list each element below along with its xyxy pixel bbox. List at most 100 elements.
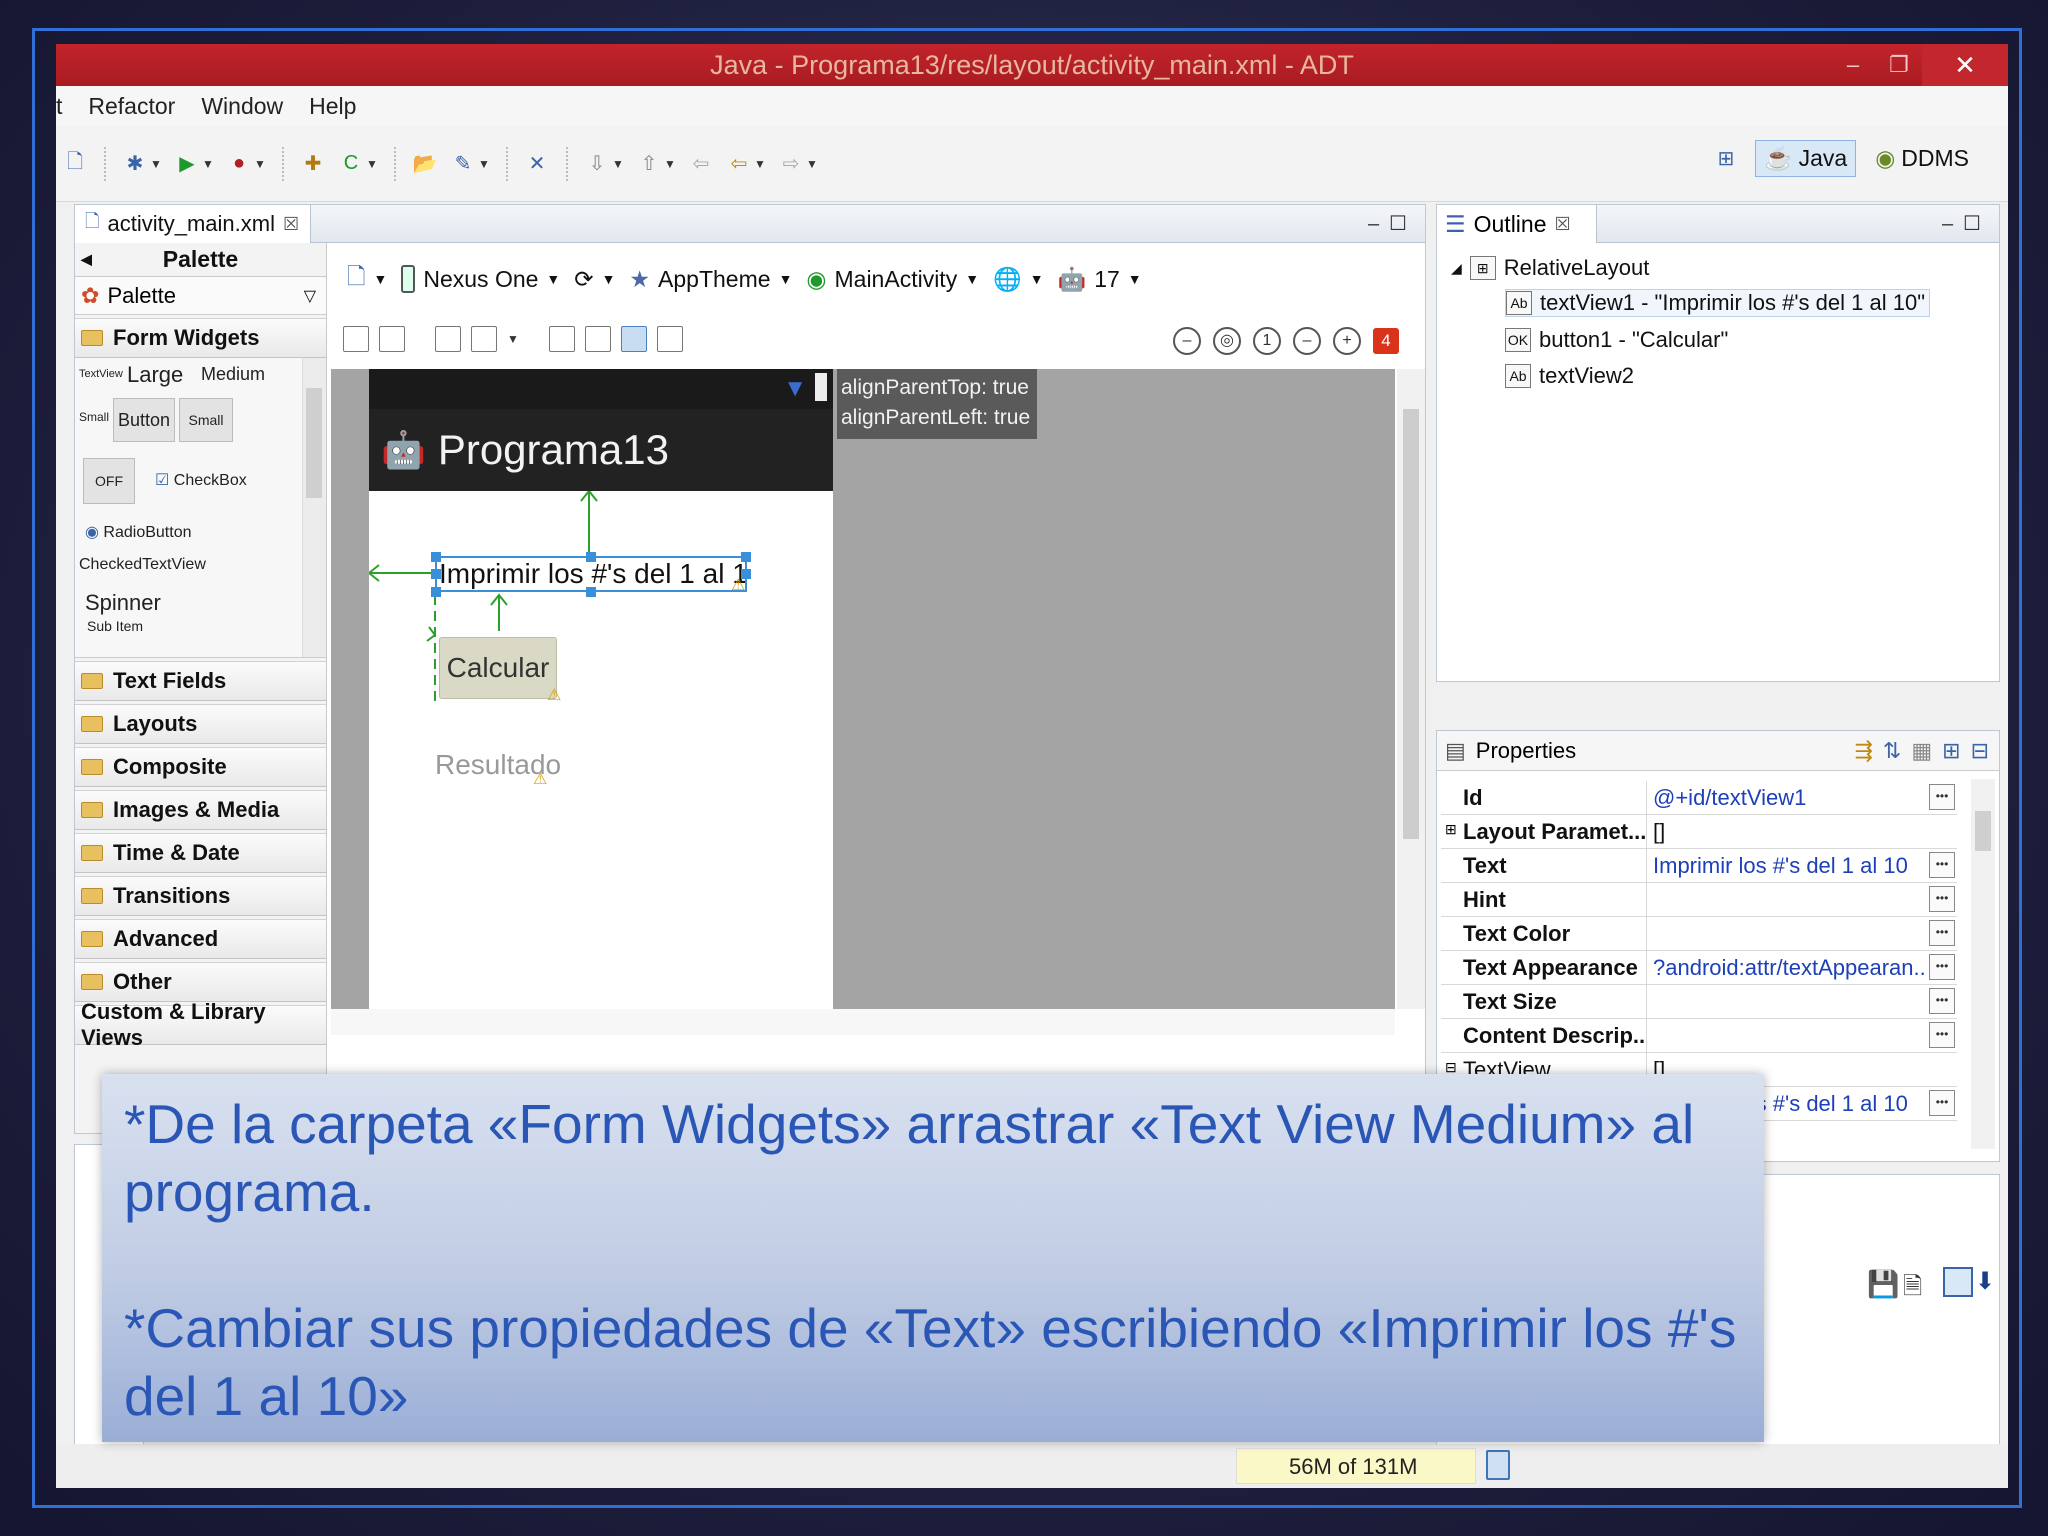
chevron-down-icon[interactable]: ▼ bbox=[254, 151, 266, 177]
close-tab-icon[interactable]: ☒ bbox=[283, 214, 299, 235]
category-time-date[interactable]: Time & Date bbox=[75, 833, 326, 873]
align-left-icon[interactable] bbox=[548, 326, 575, 352]
new-package-icon[interactable]: ✚ bbox=[300, 151, 326, 177]
tab-outline[interactable]: ☰ Outline ☒ bbox=[1437, 205, 1597, 243]
ellipsis-button[interactable]: ••• bbox=[1929, 1022, 1955, 1048]
widget-spinner[interactable]: Spinner bbox=[85, 590, 161, 616]
forward-icon[interactable]: ⇨ bbox=[778, 151, 804, 177]
ellipsis-button[interactable]: ••• bbox=[1929, 852, 1955, 878]
property-row-text-color[interactable]: Text Color ••• bbox=[1441, 917, 1957, 951]
new-class-icon[interactable]: C bbox=[338, 151, 364, 177]
orientation-select[interactable]: ⟳ ▼ bbox=[574, 266, 615, 293]
toggle-panel-icon[interactable] bbox=[1943, 1267, 1973, 1297]
zoom-in-icon[interactable]: + bbox=[1333, 327, 1361, 355]
property-row-text-size[interactable]: Text Size ••• bbox=[1441, 985, 1957, 1019]
tree-node-button1[interactable]: OK button1 - "Calcular" bbox=[1505, 327, 1728, 353]
filter-icon[interactable]: ▦ bbox=[1911, 738, 1932, 764]
widget-radiobutton[interactable]: ◉ RadioButton bbox=[85, 522, 191, 542]
pin-icon[interactable]: ✕ bbox=[524, 151, 550, 177]
properties-scrollbar[interactable] bbox=[1971, 779, 1995, 1149]
property-row-hint[interactable]: Hint ••• bbox=[1441, 883, 1957, 917]
resize-handle[interactable] bbox=[431, 587, 441, 597]
scroll-thumb[interactable] bbox=[1975, 811, 1991, 851]
widget-textview-small[interactable]: TextView bbox=[79, 368, 123, 380]
tree-node-textview2[interactable]: Ab textView2 bbox=[1505, 363, 1634, 389]
activity-select[interactable]: ◉ MainActivity ▼ bbox=[806, 266, 979, 293]
close-tab-icon[interactable]: ☒ bbox=[1555, 214, 1571, 235]
menu-item-refactor[interactable]: Refactor bbox=[88, 93, 175, 120]
collapse-palette-icon[interactable]: ◀ bbox=[81, 251, 92, 268]
scroll-lock-icon[interactable]: ⬇ bbox=[1975, 1267, 1995, 1296]
save-icon[interactable]: 💾 bbox=[1867, 1269, 1899, 1300]
chevron-down-icon[interactable]: ▼ bbox=[150, 151, 162, 177]
zoom-out-icon[interactable]: – bbox=[1293, 327, 1321, 355]
chevron-down-icon[interactable]: ▼ bbox=[664, 151, 676, 177]
garbage-collect-icon[interactable] bbox=[1486, 1450, 1510, 1480]
view-controls[interactable]: –☐ bbox=[1368, 211, 1417, 236]
widget-checked-textview[interactable]: CheckedTextView bbox=[79, 556, 206, 574]
margins-icon[interactable] bbox=[435, 326, 461, 352]
category-other[interactable]: Other bbox=[75, 962, 326, 1002]
prev-annotation-icon[interactable]: ⇧ bbox=[636, 151, 662, 177]
category-advanced[interactable]: Advanced bbox=[75, 919, 326, 959]
heap-status[interactable]: 56M of 131M bbox=[1236, 1448, 1476, 1484]
resize-handle[interactable] bbox=[741, 552, 751, 562]
ellipsis-button[interactable]: ••• bbox=[1929, 784, 1955, 810]
tree-node-textview1[interactable]: Ab textView1 - "Imprimir los #'s del 1 a… bbox=[1505, 289, 1930, 317]
java-perspective-button[interactable]: ☕ Java bbox=[1754, 140, 1857, 177]
ellipsis-button[interactable]: ••• bbox=[1929, 1090, 1955, 1116]
zoom-real-size-icon[interactable]: ◎ bbox=[1213, 327, 1241, 355]
resize-handle[interactable] bbox=[586, 587, 596, 597]
canvas-horizontal-scrollbar[interactable] bbox=[331, 1009, 1395, 1035]
chevron-down-icon[interactable]: ▼ bbox=[507, 332, 519, 346]
tab-activity-main[interactable]: 🗋 activity_main.xml ☒ bbox=[75, 205, 311, 243]
run-icon[interactable]: ▶ bbox=[174, 151, 200, 177]
chevron-down-icon[interactable]: ▼ bbox=[754, 151, 766, 177]
menu-item-help[interactable]: Help bbox=[309, 93, 356, 120]
expand-all-icon[interactable]: ⊞ bbox=[1942, 738, 1960, 764]
widget-small-button[interactable]: Small bbox=[179, 398, 233, 442]
property-row-layout-params[interactable]: Layout Paramet...[] bbox=[1441, 815, 1957, 849]
ellipsis-button[interactable]: ••• bbox=[1929, 920, 1955, 946]
expand-icon[interactable]: ◢ bbox=[1451, 260, 1462, 277]
new-android-file-icon[interactable]: 🗋 bbox=[62, 151, 88, 177]
zoom-100-icon[interactable]: 1 bbox=[1253, 327, 1281, 355]
minimize-icon[interactable]: – bbox=[1830, 44, 1876, 86]
expand-icon[interactable]: ⊞ bbox=[1445, 821, 1457, 838]
category-text-fields[interactable]: Text Fields bbox=[75, 661, 326, 701]
toggle-fill-height-icon[interactable] bbox=[379, 326, 405, 352]
api-level-select[interactable]: 🤖 17 ▼ bbox=[1058, 266, 1142, 293]
widget-toggle-button[interactable]: OFF bbox=[83, 458, 135, 504]
resize-handle[interactable] bbox=[431, 552, 441, 562]
search-icon[interactable]: ✎ bbox=[450, 151, 476, 177]
align-top-icon[interactable] bbox=[620, 326, 647, 352]
last-edit-icon[interactable]: ⇦ bbox=[688, 151, 714, 177]
close-icon[interactable]: ✕ bbox=[1922, 44, 2008, 86]
property-row-text-appearance[interactable]: Text Appearance ?android:attr/textAppeara… bbox=[1441, 951, 1957, 985]
sort-alpha-icon[interactable]: ⇅ bbox=[1883, 738, 1901, 764]
error-count-badge[interactable]: 4 bbox=[1373, 328, 1399, 354]
category-layouts[interactable]: Layouts bbox=[75, 704, 326, 744]
property-row-text[interactable]: Text Imprimir los #'s del 1 al 10 ••• bbox=[1441, 849, 1957, 883]
scroll-thumb[interactable] bbox=[1403, 409, 1419, 839]
property-value[interactable]: ?android:attr/textAppearan... bbox=[1647, 951, 1927, 984]
resize-handle[interactable] bbox=[431, 569, 441, 579]
ellipsis-button[interactable]: ••• bbox=[1929, 886, 1955, 912]
widget-checkbox[interactable]: ☑ CheckBox bbox=[155, 470, 247, 490]
button1-preview[interactable]: Calcular bbox=[439, 637, 557, 699]
zoom-to-fit-icon[interactable]: – bbox=[1173, 327, 1201, 355]
resize-handle[interactable] bbox=[586, 552, 596, 562]
widget-textview-medium[interactable]: Medium bbox=[201, 364, 265, 385]
ellipsis-button[interactable]: ••• bbox=[1929, 988, 1955, 1014]
widget-textview-large[interactable]: Large bbox=[127, 362, 183, 388]
collapse-all-icon[interactable]: ⊟ bbox=[1971, 738, 1989, 764]
gravity-icon[interactable] bbox=[471, 326, 497, 352]
property-value[interactable]: Imprimir los #'s del 1 al 10 bbox=[1647, 849, 1927, 882]
external-tools-icon[interactable]: ● bbox=[226, 151, 252, 177]
property-value[interactable] bbox=[1647, 883, 1927, 916]
property-value[interactable] bbox=[1647, 985, 1927, 1018]
canvas-vertical-scrollbar[interactable] bbox=[1397, 369, 1425, 1009]
property-value[interactable]: [] bbox=[1647, 815, 1957, 848]
align-bottom-icon[interactable] bbox=[656, 326, 683, 352]
property-value[interactable]: @+id/textView1 bbox=[1647, 781, 1927, 814]
